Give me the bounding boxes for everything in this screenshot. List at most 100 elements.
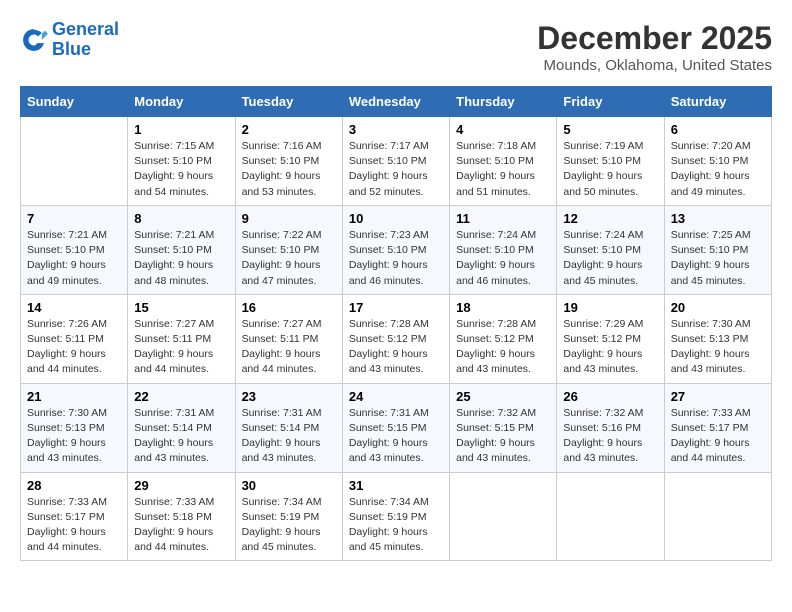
day-number: 27: [671, 389, 765, 404]
calendar-cell: 1Sunrise: 7:15 AM Sunset: 5:10 PM Daylig…: [128, 117, 235, 206]
week-row-1: 1Sunrise: 7:15 AM Sunset: 5:10 PM Daylig…: [21, 117, 772, 206]
day-number: 21: [27, 389, 121, 404]
day-info: Sunrise: 7:30 AM Sunset: 5:13 PM Dayligh…: [671, 317, 765, 378]
calendar-cell: 16Sunrise: 7:27 AM Sunset: 5:11 PM Dayli…: [235, 294, 342, 383]
calendar-cell: 9Sunrise: 7:22 AM Sunset: 5:10 PM Daylig…: [235, 205, 342, 294]
calendar-cell: 21 Sunrise: 7:30 AM Sunset: 5:13 PM Dayli…: [21, 383, 128, 472]
calendar-cell: 5 Sunrise: 7:19 AM Sunset: 5:10 PM Daylig…: [557, 117, 664, 206]
calendar-cell: 4 Sunrise: 7:18 AM Sunset: 5:10 PM Daylig…: [450, 117, 557, 206]
day-number: 24: [349, 389, 443, 404]
day-number: 4: [456, 122, 550, 137]
day-info: Sunrise: 7:31 AM Sunset: 5:15 PM Dayligh…: [349, 406, 443, 467]
calendar-cell: 10 Sunrise: 7:23 AM Sunset: 5:10 PM Dayli…: [342, 205, 449, 294]
calendar-cell: 13 Sunrise: 7:25 AM Sunset: 5:10 PM Dayli…: [664, 205, 771, 294]
day-number: 7: [27, 211, 121, 226]
day-info: Sunrise: 7:34 AM Sunset: 5:19 PM Dayligh…: [242, 495, 336, 556]
calendar-header: SundayMondayTuesdayWednesdayThursdayFrid…: [21, 87, 772, 117]
page-header: General Blue December 2025 Mounds, Oklah…: [20, 20, 772, 74]
day-info: Sunrise: 7:16 AM Sunset: 5:10 PM Dayligh…: [242, 139, 336, 200]
day-info: Sunrise: 7:34 AM Sunset: 5:19 PM Dayligh…: [349, 495, 443, 556]
day-info: Sunrise: 7:32 AM Sunset: 5:15 PM Dayligh…: [456, 406, 550, 467]
day-info: Sunrise: 7:33 AM Sunset: 5:17 PM Dayligh…: [27, 495, 121, 556]
calendar-cell: 6Sunrise: 7:20 AM Sunset: 5:10 PM Daylig…: [664, 117, 771, 206]
day-number: 17: [349, 300, 443, 315]
day-number: 3: [349, 122, 443, 137]
calendar-cell: 23 Sunrise: 7:31 AM Sunset: 5:14 PM Dayli…: [235, 383, 342, 472]
calendar-subtitle: Mounds, Oklahoma, United States: [537, 57, 772, 74]
day-info: Sunrise: 7:33 AM Sunset: 5:18 PM Dayligh…: [134, 495, 228, 556]
day-number: 18: [456, 300, 550, 315]
header-day-friday: Friday: [557, 87, 664, 117]
calendar-cell: 29 Sunrise: 7:33 AM Sunset: 5:18 PM Dayli…: [128, 472, 235, 561]
day-number: 11: [456, 211, 550, 226]
day-info: Sunrise: 7:27 AM Sunset: 5:11 PM Dayligh…: [134, 317, 228, 378]
calendar-cell: [450, 472, 557, 561]
header-row: SundayMondayTuesdayWednesdayThursdayFrid…: [21, 87, 772, 117]
day-info: Sunrise: 7:24 AM Sunset: 5:10 PM Dayligh…: [456, 228, 550, 289]
calendar-table: SundayMondayTuesdayWednesdayThursdayFrid…: [20, 86, 772, 561]
day-number: 31: [349, 478, 443, 493]
logo-line2: Blue: [52, 39, 91, 59]
calendar-cell: 7Sunrise: 7:21 AM Sunset: 5:10 PM Daylig…: [21, 205, 128, 294]
calendar-cell: 22 Sunrise: 7:31 AM Sunset: 5:14 PM Dayli…: [128, 383, 235, 472]
logo: General Blue: [20, 20, 119, 60]
day-info: Sunrise: 7:30 AM Sunset: 5:13 PM Dayligh…: [27, 406, 121, 467]
day-info: Sunrise: 7:19 AM Sunset: 5:10 PM Dayligh…: [563, 139, 657, 200]
week-row-4: 21 Sunrise: 7:30 AM Sunset: 5:13 PM Dayli…: [21, 383, 772, 472]
day-number: 20: [671, 300, 765, 315]
day-info: Sunrise: 7:26 AM Sunset: 5:11 PM Dayligh…: [27, 317, 121, 378]
calendar-cell: 26Sunrise: 7:32 AM Sunset: 5:16 PM Dayli…: [557, 383, 664, 472]
day-info: Sunrise: 7:28 AM Sunset: 5:12 PM Dayligh…: [456, 317, 550, 378]
day-info: Sunrise: 7:32 AM Sunset: 5:16 PM Dayligh…: [563, 406, 657, 467]
calendar-cell: 15Sunrise: 7:27 AM Sunset: 5:11 PM Dayli…: [128, 294, 235, 383]
calendar-cell: 25 Sunrise: 7:32 AM Sunset: 5:15 PM Dayli…: [450, 383, 557, 472]
logo-line1: General: [52, 19, 119, 39]
header-day-sunday: Sunday: [21, 87, 128, 117]
day-number: 25: [456, 389, 550, 404]
day-info: Sunrise: 7:17 AM Sunset: 5:10 PM Dayligh…: [349, 139, 443, 200]
day-info: Sunrise: 7:31 AM Sunset: 5:14 PM Dayligh…: [242, 406, 336, 467]
week-row-2: 7Sunrise: 7:21 AM Sunset: 5:10 PM Daylig…: [21, 205, 772, 294]
day-number: 19: [563, 300, 657, 315]
day-info: Sunrise: 7:25 AM Sunset: 5:10 PM Dayligh…: [671, 228, 765, 289]
week-row-3: 14 Sunrise: 7:26 AM Sunset: 5:11 PM Dayli…: [21, 294, 772, 383]
calendar-cell: [557, 472, 664, 561]
day-number: 12: [563, 211, 657, 226]
day-info: Sunrise: 7:20 AM Sunset: 5:10 PM Dayligh…: [671, 139, 765, 200]
calendar-body: 1Sunrise: 7:15 AM Sunset: 5:10 PM Daylig…: [21, 117, 772, 561]
calendar-cell: [664, 472, 771, 561]
day-number: 5: [563, 122, 657, 137]
header-day-thursday: Thursday: [450, 87, 557, 117]
day-number: 8: [134, 211, 228, 226]
day-info: Sunrise: 7:33 AM Sunset: 5:17 PM Dayligh…: [671, 406, 765, 467]
header-day-monday: Monday: [128, 87, 235, 117]
logo-text: General Blue: [52, 20, 119, 60]
title-block: December 2025 Mounds, Oklahoma, United S…: [537, 20, 772, 74]
day-number: 28: [27, 478, 121, 493]
calendar-cell: 31 Sunrise: 7:34 AM Sunset: 5:19 PM Dayli…: [342, 472, 449, 561]
calendar-cell: 27 Sunrise: 7:33 AM Sunset: 5:17 PM Dayli…: [664, 383, 771, 472]
day-number: 29: [134, 478, 228, 493]
day-info: Sunrise: 7:22 AM Sunset: 5:10 PM Dayligh…: [242, 228, 336, 289]
day-number: 22: [134, 389, 228, 404]
day-number: 23: [242, 389, 336, 404]
day-number: 10: [349, 211, 443, 226]
day-number: 1: [134, 122, 228, 137]
day-number: 13: [671, 211, 765, 226]
day-info: Sunrise: 7:28 AM Sunset: 5:12 PM Dayligh…: [349, 317, 443, 378]
day-info: Sunrise: 7:31 AM Sunset: 5:14 PM Dayligh…: [134, 406, 228, 467]
day-number: 14: [27, 300, 121, 315]
calendar-cell: 18 Sunrise: 7:28 AM Sunset: 5:12 PM Dayli…: [450, 294, 557, 383]
day-number: 2: [242, 122, 336, 137]
header-day-tuesday: Tuesday: [235, 87, 342, 117]
day-info: Sunrise: 7:18 AM Sunset: 5:10 PM Dayligh…: [456, 139, 550, 200]
day-info: Sunrise: 7:24 AM Sunset: 5:10 PM Dayligh…: [563, 228, 657, 289]
day-info: Sunrise: 7:23 AM Sunset: 5:10 PM Dayligh…: [349, 228, 443, 289]
calendar-cell: 14 Sunrise: 7:26 AM Sunset: 5:11 PM Dayli…: [21, 294, 128, 383]
calendar-cell: 19Sunrise: 7:29 AM Sunset: 5:12 PM Dayli…: [557, 294, 664, 383]
header-day-wednesday: Wednesday: [342, 87, 449, 117]
calendar-cell: 30Sunrise: 7:34 AM Sunset: 5:19 PM Dayli…: [235, 472, 342, 561]
day-number: 16: [242, 300, 336, 315]
calendar-cell: 8Sunrise: 7:21 AM Sunset: 5:10 PM Daylig…: [128, 205, 235, 294]
header-day-saturday: Saturday: [664, 87, 771, 117]
